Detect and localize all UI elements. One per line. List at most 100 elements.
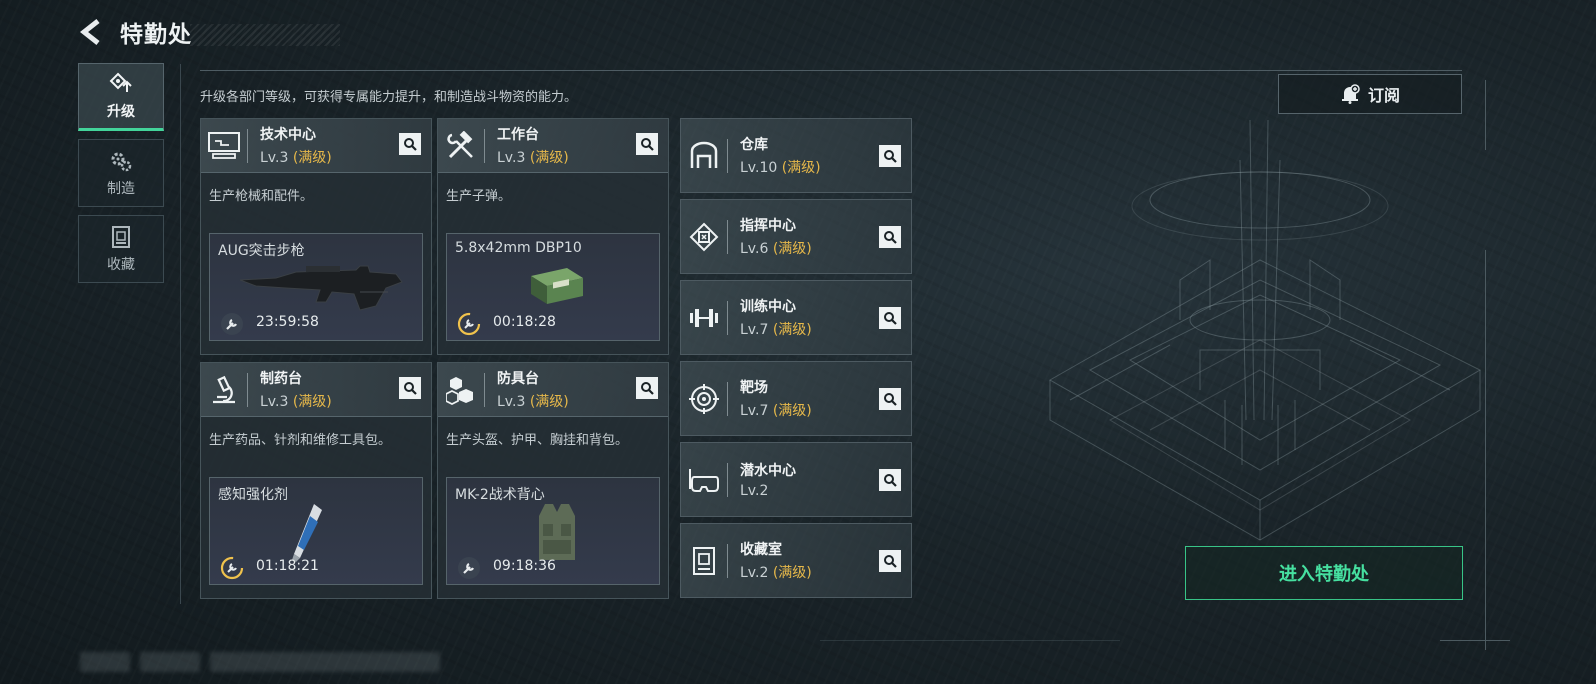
decor-line [1485,80,1486,150]
facility-level: Lv.7 (满级) [740,403,812,419]
facility-name: 潜水中心 [740,463,796,479]
magnifier-icon [884,150,897,163]
production-slot[interactable]: 5.8x42mm DBP10 00:18:28 [446,233,660,341]
magnifier-icon [641,138,654,151]
ammo-box-icon [531,268,583,304]
subscribe-button[interactable]: 订阅 [1278,74,1462,114]
product-name: 感知强化剂 [218,487,288,503]
facility-level: Lv.3 (满级) [260,150,332,166]
facility-name: 训练中心 [740,299,796,315]
inspect-button[interactable] [399,133,421,155]
facility-item-warehouse[interactable]: 仓库 Lv.10 (满级) [680,118,912,193]
nav-item-upgrade[interactable]: 升级 [78,63,164,131]
inspect-button[interactable] [879,388,901,410]
facility-name: 技术中心 [260,127,316,143]
facility-name: 防具台 [497,371,539,387]
facility-item-collection-room[interactable]: 收藏室 Lv.2 (满级) [680,523,912,598]
facility-level: Lv.7 (满级) [740,322,812,338]
facility-level: Lv.10 (满级) [740,160,821,176]
facility-item-training-center[interactable]: 训练中心 Lv.7 (满级) [680,280,912,355]
facility-card-tech-center: 技术中心 Lv.3 (满级) 生产枪械和配件。 AUG突击步枪 23:59:58 [200,118,432,355]
blurred-uid [210,652,440,672]
chip-icon [681,199,727,274]
enter-base-label: 进入特勤处 [1279,564,1369,585]
facility-level: Lv.2 [740,483,769,499]
facility-card-pharmacy: 制药台 Lv.3 (满级) 生产药品、针剂和维修工具包。 感知强化剂 01:18… [200,362,432,599]
divider-horizontal [200,70,1462,71]
inspect-button[interactable] [879,145,901,167]
wrench-icon [458,557,480,579]
timer-wrench-icon [220,556,244,580]
inspect-button[interactable] [636,377,658,399]
diving-mask-icon [681,442,727,517]
wrench-icon [221,313,243,335]
computer-icon [201,119,247,173]
inspect-button[interactable] [879,226,901,248]
blurred-uid [80,652,130,672]
nav-label-upgrade: 升级 [107,104,135,120]
page-header: 特勤处 [78,14,340,50]
inspect-button[interactable] [399,377,421,399]
target-icon [681,361,727,436]
inspect-button[interactable] [636,133,658,155]
magnifier-icon [404,138,417,151]
header-separator [727,138,728,173]
facility-item-command-center[interactable]: 指挥中心 Lv.6 (满级) [680,199,912,274]
facility-description: 生产子弹。 [446,189,512,204]
facility-item-diving-center[interactable]: 潜水中心 Lv.2 [680,442,912,517]
nav-label-craft: 制造 [107,181,135,197]
nav-label-collection: 收藏 [107,257,135,273]
header-separator [727,381,728,416]
dumbbell-icon [681,280,727,355]
production-slot[interactable]: AUG突击步枪 23:59:58 [209,233,423,341]
hammer-wrench-icon [438,119,484,173]
inspect-button[interactable] [879,307,901,329]
enter-base-button[interactable]: 进入特勤处 [1185,546,1463,600]
production-slot[interactable]: MK-2战术背心 09:18:36 [446,477,660,585]
facility-card-armory: 防具台 Lv.3 (满级) 生产头盔、护甲、胸挂和背包。 MK-2战术背心 09… [437,362,669,599]
card-header[interactable]: 工作台 Lv.3 (满级) [438,119,668,173]
facility-level: Lv.6 (满级) [740,241,812,257]
production-slot[interactable]: 感知强化剂 01:18:21 [209,477,423,585]
magnifier-icon [884,555,897,568]
back-button[interactable] [78,16,106,48]
nav-item-craft[interactable]: 制造 [78,139,164,207]
side-nav: 升级 制造 收藏 [78,63,164,291]
facility-item-shooting-range[interactable]: 靶场 Lv.7 (满级) [680,361,912,436]
header-separator [247,128,248,163]
cubes-icon [438,363,484,417]
card-header[interactable]: 防具台 Lv.3 (满级) [438,363,668,417]
production-timer: 01:18:21 [256,558,319,574]
facility-name: 指挥中心 [740,218,796,234]
card-header[interactable]: 制药台 Lv.3 (满级) [201,363,431,417]
microscope-icon [201,363,247,417]
gears-icon [108,148,134,174]
header-separator [727,543,728,578]
header-separator [247,372,248,407]
subscribe-label: 订阅 [1367,86,1400,105]
inspect-button[interactable] [879,469,901,491]
warehouse-icon [681,118,727,193]
facility-description: 生产头盔、护甲、胸挂和背包。 [446,433,629,448]
blurred-uid [140,652,200,672]
page-description: 升级各部门等级，可获得专属能力提升，和制造战斗物资的能力。 [200,90,578,105]
facility-level: Lv.2 (满级) [740,565,812,581]
header-separator [727,219,728,254]
inspect-button[interactable] [879,550,901,572]
bell-plus-icon [1341,84,1360,104]
tactical-vest-icon [539,504,575,560]
base-wireframe-illustration [1048,120,1482,541]
magnifier-icon [884,312,897,325]
magnifier-icon [884,474,897,487]
rifle-icon [239,265,403,311]
nav-item-collection[interactable]: 收藏 [78,215,164,283]
facility-name: 制药台 [260,371,302,387]
facility-description: 生产药品、针剂和维修工具包。 [209,433,392,448]
decor-line [820,640,1120,641]
facility-name: 仓库 [740,137,768,153]
divider-vertical [180,64,181,604]
syringe-icon [292,504,322,562]
facility-name: 靶场 [740,380,768,396]
header-separator [484,128,485,163]
card-header[interactable]: 技术中心 Lv.3 (满级) [201,119,431,173]
